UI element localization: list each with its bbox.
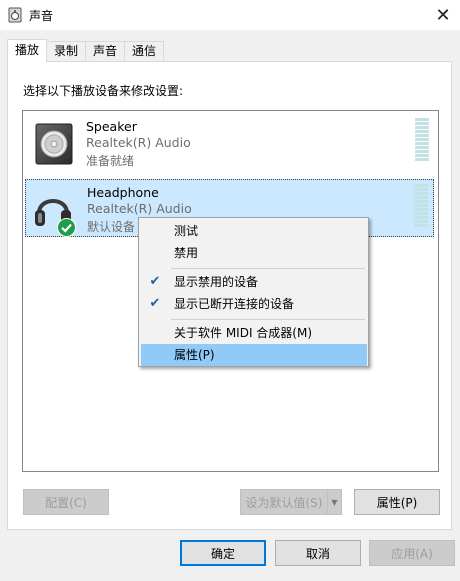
menu-separator	[171, 268, 365, 269]
menu-item-test[interactable]: 测试	[141, 220, 367, 242]
menu-item-properties[interactable]: 属性(P)	[141, 344, 367, 366]
speaker-icon	[35, 123, 73, 165]
set-default-dropdown[interactable]: ▼	[327, 489, 342, 515]
menu-item-about-midi[interactable]: 关于软件 MIDI 合成器(M)	[141, 322, 367, 344]
cancel-button[interactable]: 取消	[275, 540, 361, 566]
tab-recording[interactable]: 录制	[46, 41, 87, 62]
tab-communications[interactable]: 通信	[124, 41, 165, 62]
menu-separator	[171, 319, 365, 320]
checkmark-icon: ✔	[149, 274, 161, 289]
chevron-down-icon: ▼	[331, 497, 338, 507]
volume-level-meter	[414, 184, 428, 228]
apply-button[interactable]: 应用(A)	[369, 540, 455, 566]
menu-item-label: 禁用	[174, 246, 199, 260]
title-bar: 声音 ✕	[0, 0, 460, 30]
tab-sounds[interactable]: 声音	[85, 41, 126, 62]
menu-item-show-disabled[interactable]: ✔ 显示禁用的设备	[141, 271, 367, 293]
context-menu: 测试 禁用 ✔ 显示禁用的设备 ✔ 显示已断开连接的设备 关于软件 MIDI 合…	[138, 217, 369, 367]
device-status: 准备就绪	[86, 154, 135, 168]
tab-playback[interactable]: 播放	[7, 39, 48, 62]
device-driver: Realtek(R) Audio	[87, 201, 192, 216]
menu-item-label: 显示已断开连接的设备	[174, 297, 295, 311]
properties-button[interactable]: 属性(P)	[354, 489, 440, 515]
instruction-label: 选择以下播放设备来修改设置:	[23, 84, 184, 98]
menu-item-label: 属性(P)	[174, 348, 215, 362]
checkmark-icon: ✔	[149, 296, 161, 311]
configure-button[interactable]: 配置(C)	[23, 489, 109, 515]
speaker-app-icon	[8, 7, 22, 23]
menu-item-label: 测试	[174, 224, 199, 238]
close-button[interactable]: ✕	[426, 0, 460, 30]
device-item-speaker[interactable]: Speaker Realtek(R) Audio 准备就绪	[25, 113, 434, 171]
ok-button[interactable]: 确定	[180, 540, 266, 566]
menu-item-show-disconnected[interactable]: ✔ 显示已断开连接的设备	[141, 293, 367, 315]
check-badge-icon	[57, 218, 76, 237]
device-driver: Realtek(R) Audio	[86, 135, 191, 150]
device-name: Speaker	[86, 119, 137, 134]
device-name: Headphone	[87, 185, 159, 200]
close-icon: ✕	[435, 4, 451, 26]
device-status: 默认设备	[87, 220, 136, 234]
menu-item-label: 关于软件 MIDI 合成器(M)	[174, 326, 313, 340]
set-default-button[interactable]: 设为默认值(S)	[240, 489, 328, 515]
tab-strip: 播放 录制 声音 通信	[7, 39, 165, 62]
volume-level-meter	[415, 118, 429, 162]
menu-item-disable[interactable]: 禁用	[141, 242, 367, 264]
menu-item-label: 显示禁用的设备	[174, 275, 259, 289]
window-title: 声音	[29, 9, 54, 23]
